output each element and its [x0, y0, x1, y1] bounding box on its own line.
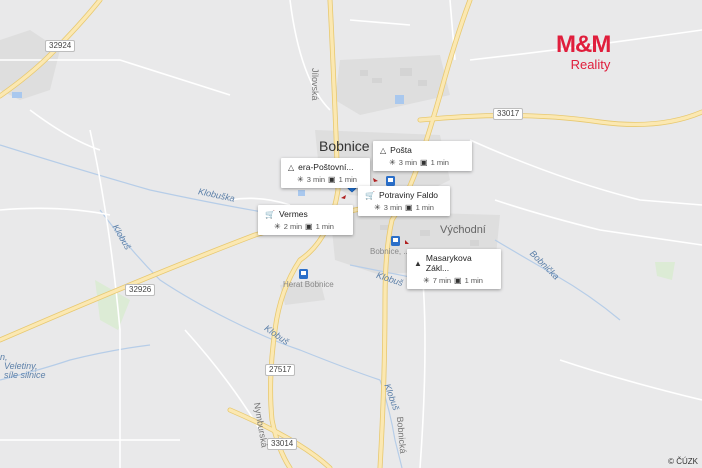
poi-walk-time: 3 min — [398, 158, 418, 167]
map-copyright[interactable]: © ČÚZK — [668, 457, 698, 466]
poi-drive-time: 1 min — [315, 222, 334, 231]
poi-walk-time: 7 min — [432, 276, 452, 285]
poi-walk-time: 3 min — [383, 203, 403, 212]
walk-icon: ✳ — [297, 175, 304, 184]
car-icon: ▣ — [420, 158, 428, 167]
district-label: Východní — [440, 224, 486, 236]
car-icon: ▣ — [305, 222, 313, 231]
poi-drive-time: 1 min — [338, 175, 357, 184]
school-icon: ▲ — [414, 258, 422, 268]
bank-icon: △ — [380, 145, 387, 155]
road-number-33017: 33017 — [493, 108, 524, 120]
poi-card-vermes[interactable]: 🛒 Vermes ✳ 2 min ▣ 1 min — [258, 205, 353, 235]
poi-name: era-Poštovní... — [298, 162, 354, 172]
poi-card-posta[interactable]: △ Pošta ✳ 3 min ▣ 1 min — [373, 141, 472, 171]
road-number-27517: 27517 — [265, 364, 296, 376]
street-jilovska: Jílovská — [310, 68, 320, 101]
brand-logo: M&M Reality — [556, 31, 611, 72]
walk-icon: ✳ — [389, 158, 396, 167]
poi-card-era-postovni[interactable]: △ era-Poštovní... ✳ 3 min ▣ 1 min — [281, 158, 370, 188]
poi-walk-time: 3 min — [306, 175, 326, 184]
poi-name: Potraviny Faldo — [378, 190, 439, 200]
car-icon: ▣ — [405, 203, 413, 212]
town-label: Bobnice — [319, 138, 370, 154]
poi-name: Pošta — [390, 145, 412, 155]
car-icon: ▣ — [454, 276, 462, 285]
walk-icon: ✳ — [423, 276, 430, 285]
walk-icon: ✳ — [274, 222, 281, 231]
logo-brand: M&M — [556, 31, 611, 58]
poi-drive-time: 1 min — [415, 203, 434, 212]
logo-subtitle: Reality — [570, 57, 611, 72]
bank-icon: △ — [288, 162, 295, 172]
road-number-33014: 33014 — [267, 438, 298, 450]
poi-walk-time: 2 min — [283, 222, 303, 231]
herat-label: Herat Bobnice — [283, 280, 334, 289]
poi-drive-time: 1 min — [464, 276, 483, 285]
cart-icon: 🛒 — [265, 209, 275, 219]
walk-icon: ✳ — [374, 203, 381, 212]
poi-name: Masarykova Zákl... — [425, 253, 472, 273]
water-label-line-2: síle silnice — [4, 370, 46, 380]
cart-icon: 🛒 — [365, 190, 375, 200]
car-icon: ▣ — [328, 175, 336, 184]
poi-card-potraviny-faldo[interactable]: 🛒 Potraviny Faldo ✳ 3 min ▣ 1 min — [358, 186, 450, 216]
road-number-32926: 32926 — [125, 284, 156, 296]
poi-name: Vermes — [278, 209, 308, 219]
partial-place-label: Bobnice, ... — [370, 247, 411, 256]
poi-card-masarykova[interactable]: ▲ Masarykova Zákl... ✳ 7 min ▣ 1 min — [407, 249, 501, 289]
poi-drive-time: 1 min — [430, 158, 449, 167]
map-canvas[interactable]: 32924 33017 32926 27517 33014 Bobnice Vý… — [0, 0, 702, 468]
road-number-32924: 32924 — [45, 40, 76, 52]
